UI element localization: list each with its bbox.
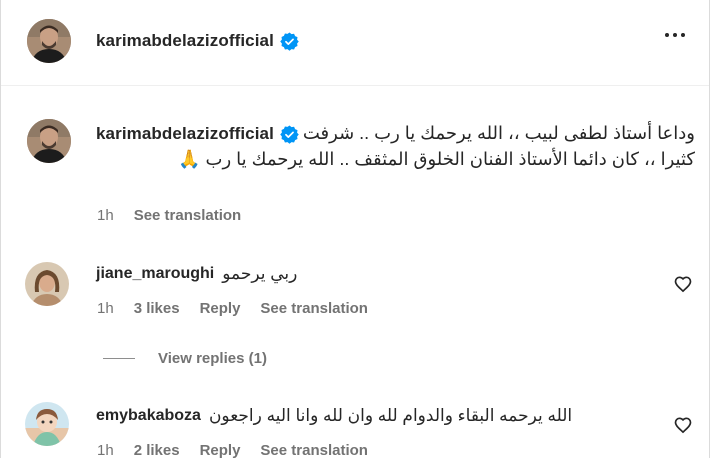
post-header: karimabdelazizofficial bbox=[1, 0, 709, 86]
comment-meta: 1h 2 likes Reply See translation bbox=[97, 442, 368, 458]
see-translation-link[interactable]: See translation bbox=[260, 442, 368, 458]
caption-time[interactable]: 1h bbox=[97, 207, 114, 224]
see-translation-link[interactable]: See translation bbox=[260, 300, 368, 317]
author-username-row: karimabdelazizofficial bbox=[96, 31, 299, 51]
post-comments-panel: karimabdelazizofficial وداعا أستاذ لطفى … bbox=[0, 0, 710, 458]
comment-body: emybakaboza الله يرحمه البقاء والدوام لل… bbox=[96, 406, 572, 426]
see-translation-link[interactable]: See translation bbox=[134, 207, 242, 224]
view-replies-button[interactable]: View replies (1) bbox=[103, 350, 267, 367]
view-replies-label: View replies (1) bbox=[158, 350, 267, 367]
praying-hands-emoji: 🙏 bbox=[178, 149, 201, 169]
comment-body: jiane_maroughi ربي يرحمو bbox=[96, 264, 297, 284]
verified-badge-icon bbox=[280, 31, 299, 51]
commenter-username[interactable]: jiane_maroughi bbox=[96, 265, 214, 283]
caption-username[interactable]: karimabdelazizofficial bbox=[96, 124, 274, 144]
author-username[interactable]: karimabdelazizofficial bbox=[96, 31, 274, 51]
comment-time[interactable]: 1h bbox=[97, 300, 114, 317]
author-avatar[interactable] bbox=[27, 119, 71, 163]
comment-time[interactable]: 1h bbox=[97, 442, 114, 458]
reply-button[interactable]: Reply bbox=[200, 300, 241, 317]
comment-text: الله يرحمه البقاء والدوام لله وان لله وا… bbox=[208, 406, 573, 425]
commenter-avatar[interactable] bbox=[25, 262, 69, 306]
reply-button[interactable]: Reply bbox=[200, 442, 241, 458]
more-options-icon[interactable] bbox=[665, 33, 685, 37]
caption-username-row: karimabdelazizofficial bbox=[96, 124, 303, 144]
heart-icon[interactable] bbox=[673, 415, 693, 435]
likes-count[interactable]: 3 likes bbox=[134, 300, 180, 317]
replies-divider-line bbox=[103, 358, 135, 359]
author-avatar[interactable] bbox=[27, 19, 71, 63]
verified-badge-icon bbox=[280, 124, 299, 144]
likes-count[interactable]: 2 likes bbox=[134, 442, 180, 458]
commenter-username[interactable]: emybakaboza bbox=[96, 407, 201, 425]
commenter-avatar[interactable] bbox=[25, 402, 69, 446]
heart-icon[interactable] bbox=[673, 274, 693, 294]
comment-meta: 1h 3 likes Reply See translation bbox=[97, 300, 368, 317]
comment-text: ربي يرحمو bbox=[222, 264, 298, 283]
caption-meta: 1h See translation bbox=[97, 207, 241, 224]
